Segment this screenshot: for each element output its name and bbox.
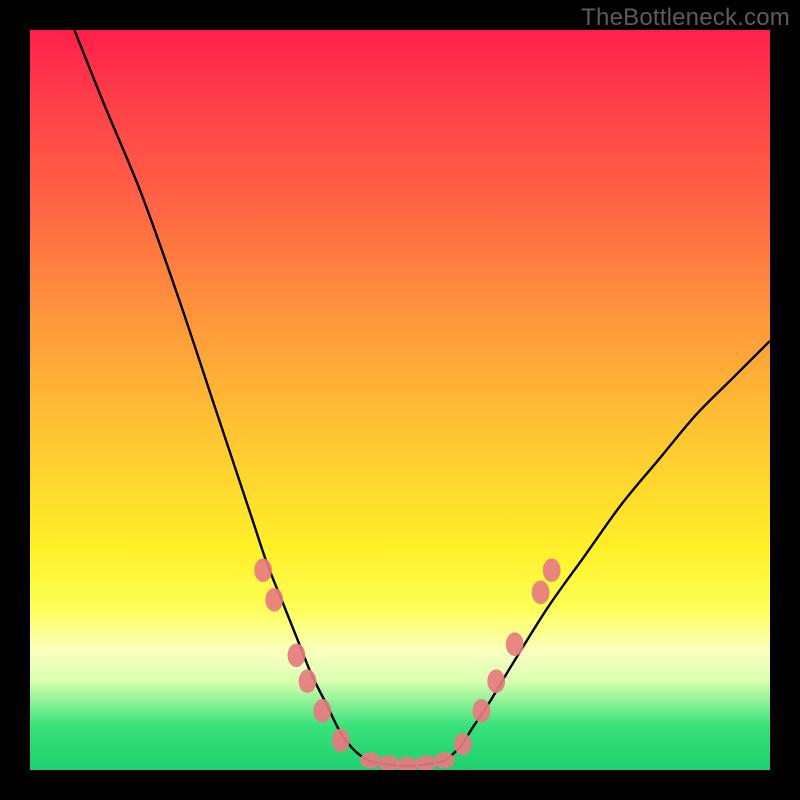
data-marker (532, 581, 550, 605)
data-marker (379, 755, 400, 770)
data-marker (254, 558, 272, 582)
data-marker (265, 588, 283, 612)
data-marker (487, 669, 505, 693)
watermark-text: TheBottleneck.com (581, 4, 790, 32)
chart-svg (30, 30, 770, 770)
data-marker (506, 632, 524, 656)
data-marker (288, 643, 306, 667)
data-marker (416, 755, 437, 770)
data-marker (332, 729, 350, 753)
data-marker (397, 757, 418, 770)
data-marker (299, 669, 317, 693)
data-marker (313, 699, 331, 723)
data-marker (473, 699, 491, 723)
marker-layer (254, 558, 560, 770)
data-marker (543, 558, 561, 582)
data-marker (360, 752, 381, 768)
chart-frame: TheBottleneck.com (0, 0, 800, 800)
plot-area (30, 30, 770, 770)
data-marker (434, 752, 455, 768)
curve-layer (74, 30, 770, 766)
bottleneck-curve (74, 30, 770, 766)
data-marker (454, 733, 472, 755)
